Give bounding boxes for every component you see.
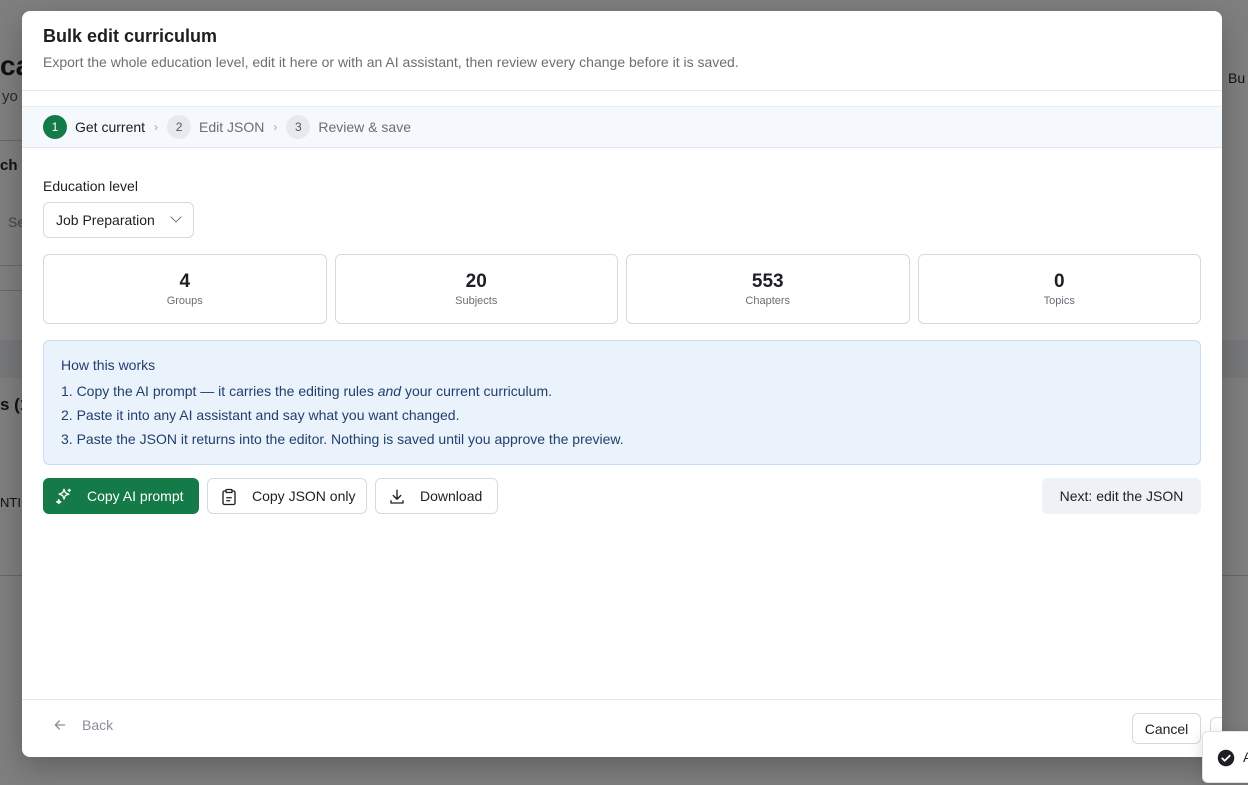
step-number: 3: [286, 115, 311, 139]
stat-label: Subjects: [455, 295, 498, 307]
back-label: Back: [82, 717, 114, 733]
step-edit-json: 2 Edit JSON: [167, 115, 264, 139]
copy-ai-prompt-label: Copy AI prompt: [87, 488, 184, 504]
stat-value: 20: [465, 271, 487, 292]
dialog-footer: Back Cancel: [22, 699, 1222, 757]
stat-chapters: 553 Chapters: [626, 254, 910, 324]
next-edit-json-button[interactable]: Next: edit the JSON: [1042, 478, 1201, 514]
info-step-2: 2. Paste it into any AI assistant and sa…: [61, 407, 460, 423]
chevron-right-icon: ›: [154, 120, 159, 134]
how-this-works-panel: How this works 1. Copy the AI prompt — i…: [43, 340, 1201, 465]
download-button[interactable]: Download: [375, 478, 498, 514]
step-label: Edit JSON: [199, 119, 265, 135]
step-number: 1: [43, 115, 67, 139]
check-circle-icon: [1217, 749, 1235, 767]
education-level-value: Job Preparation: [56, 212, 155, 228]
stat-groups: 4 Groups: [43, 254, 327, 324]
toast-notification: A: [1202, 731, 1248, 783]
step-label: Get current: [75, 119, 146, 135]
toast-text: A: [1243, 749, 1248, 765]
copy-json-label: Copy JSON only: [252, 488, 356, 504]
cancel-button[interactable]: Cancel: [1132, 713, 1201, 744]
chevron-down-icon: [170, 211, 182, 223]
stat-value: 553: [751, 271, 784, 292]
step-review-save: 3 Review & save: [286, 115, 411, 139]
curriculum-stats: 4 Groups 20 Subjects 553 Chapters 0 Topi…: [43, 254, 1201, 324]
info-step-1: 1. Copy the AI prompt — it carries the e…: [61, 383, 552, 399]
stat-subjects: 20 Subjects: [334, 254, 618, 324]
download-label: Download: [420, 488, 483, 504]
step-get-current: 1 Get current: [43, 115, 145, 139]
dialog-title: Bulk edit curriculum: [43, 26, 218, 46]
stat-value: 0: [1053, 271, 1065, 292]
stat-topics: 0 Topics: [917, 254, 1201, 324]
dialog-header: Bulk edit curriculum Export the whole ed…: [22, 11, 1222, 91]
stat-label: Groups: [166, 295, 203, 307]
clipboard-icon: [222, 488, 236, 506]
bulk-edit-dialog: Bulk edit curriculum Export the whole ed…: [22, 11, 1222, 757]
step-number: 2: [167, 115, 192, 139]
dialog-description: Export the whole education level, edit i…: [43, 54, 739, 70]
education-level-select[interactable]: Job Preparation: [43, 202, 194, 238]
download-icon: [390, 489, 404, 504]
step-label: Review & save: [318, 119, 411, 135]
back-button[interactable]: Back: [52, 717, 113, 733]
next-label: Next: edit the JSON: [1059, 488, 1184, 504]
stat-value: 4: [179, 271, 191, 292]
education-level-label: Education level: [43, 178, 138, 194]
sparkles-icon: [55, 488, 72, 505]
info-title: How this works: [61, 357, 156, 373]
copy-ai-prompt-button[interactable]: Copy AI prompt: [43, 478, 199, 514]
stat-label: Chapters: [745, 295, 791, 307]
arrow-left-icon: [54, 720, 66, 730]
chevron-right-icon: ›: [273, 120, 278, 134]
copy-json-button[interactable]: Copy JSON only: [207, 478, 367, 514]
stepper: 1 Get current › 2 Edit JSON › 3 Review &…: [22, 106, 1222, 148]
stat-label: Topics: [1043, 295, 1075, 307]
info-step-3: 3. Paste the JSON it returns into the ed…: [61, 431, 624, 447]
